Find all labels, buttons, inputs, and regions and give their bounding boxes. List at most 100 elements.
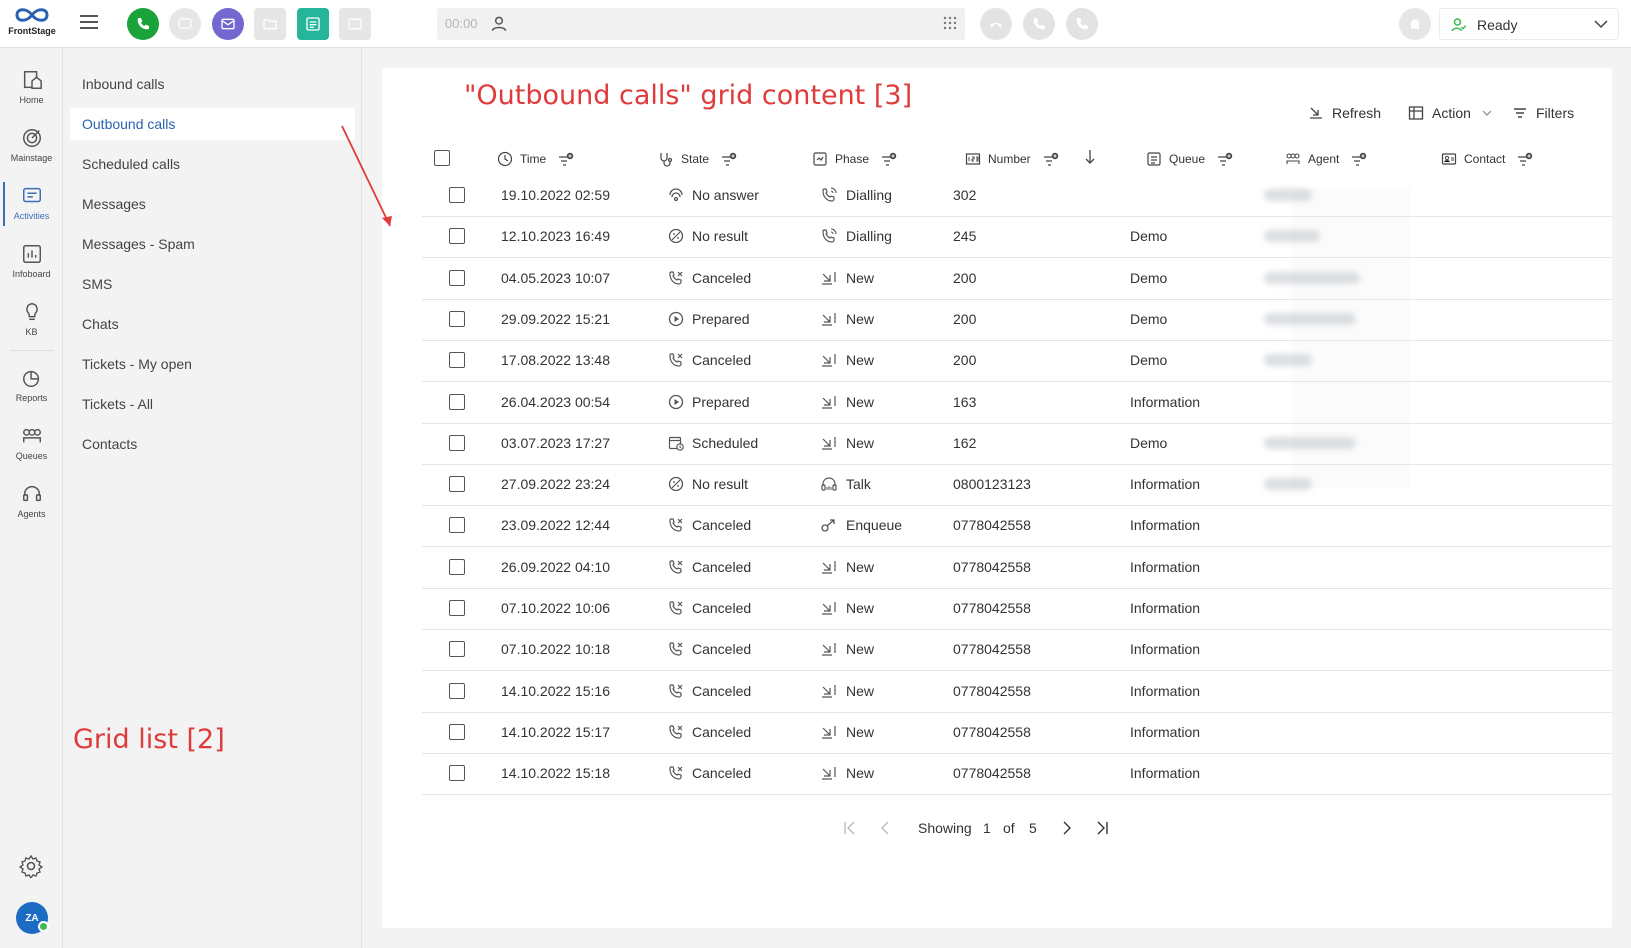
nav-queues[interactable]: Queues	[0, 420, 63, 472]
contact-card-button[interactable]	[339, 8, 371, 40]
chat-button[interactable]	[169, 8, 201, 40]
grid-list-item-contacts[interactable]: Contacts	[70, 428, 355, 460]
new-arrow-icon	[820, 682, 838, 703]
row-checkbox[interactable]	[449, 393, 465, 410]
row-checkbox[interactable]	[449, 228, 465, 245]
column-filter-icon[interactable]	[1217, 152, 1233, 166]
column-filter-icon[interactable]	[558, 152, 574, 166]
column-header-number[interactable]: Number	[965, 142, 1066, 176]
agent-icon[interactable]	[489, 14, 509, 34]
row-checkbox[interactable]	[449, 517, 465, 534]
status-dropdown[interactable]: Ready	[1439, 8, 1619, 40]
row-checkbox[interactable]	[449, 765, 465, 782]
grid-list-item-sms[interactable]: SMS	[70, 268, 355, 300]
table-row[interactable]: 29.09.2022 15:21 Prepared New 200 Demo	[422, 298, 1612, 341]
row-checkbox[interactable]	[449, 723, 465, 740]
column-filter-icon[interactable]	[1517, 152, 1533, 166]
hangup-button[interactable]	[980, 8, 1012, 40]
chat-icon	[178, 18, 192, 29]
grid-list-item-inbound-calls[interactable]: Inbound calls	[70, 68, 355, 100]
row-checkbox[interactable]	[449, 476, 465, 493]
nav-reports[interactable]: Reports	[0, 362, 63, 414]
nav-agents[interactable]: Agents	[0, 478, 63, 530]
notifications-button[interactable]	[1399, 8, 1431, 40]
row-checkbox[interactable]	[449, 434, 465, 451]
cell-time: 26.04.2023 00:54	[501, 393, 610, 410]
no-result-icon	[667, 475, 685, 496]
table-row[interactable]: 14.10.2022 15:16 Canceled New 0778042558 Inf…	[422, 670, 1612, 713]
infinity-logo-icon	[15, 8, 49, 22]
column-filter-icon[interactable]	[721, 152, 737, 166]
table-row[interactable]: 26.09.2022 04:10 Canceled New 0778042558 Inf…	[422, 546, 1612, 589]
table-row[interactable]: 27.09.2022 23:24 No result Talk 0800123123 I…	[422, 463, 1612, 507]
ticket-button[interactable]	[254, 8, 286, 40]
column-header-state[interactable]: State	[658, 142, 744, 176]
call-button[interactable]	[127, 8, 159, 40]
column-header-agent[interactable]: Agent	[1285, 142, 1374, 176]
column-filter-icon[interactable]	[881, 152, 897, 166]
refresh-button[interactable]: Refresh	[1308, 102, 1381, 124]
column-filter-icon[interactable]	[1043, 152, 1059, 166]
column-header-phase[interactable]: Phase	[812, 142, 904, 176]
email-button[interactable]	[212, 8, 244, 40]
table-row[interactable]: 17.08.2022 13:48 Canceled New 200 Demo	[422, 339, 1612, 383]
grid-list-item-tickets-my-open[interactable]: Tickets - My open	[70, 348, 355, 380]
grid-list-item-tickets-all[interactable]: Tickets - All	[70, 388, 355, 420]
dial-field[interactable]: 00:00	[437, 8, 965, 40]
table-row[interactable]: 12.10.2023 16:49 No result Dialling 245 Demo	[422, 215, 1612, 259]
frontstage-logo[interactable]: FrontStage	[6, 5, 58, 43]
table-row[interactable]: 07.10.2022 10:18 Canceled New 0778042558 Inf…	[422, 628, 1612, 672]
cell-phase: New	[846, 723, 875, 740]
column-filter-icon[interactable]	[1351, 152, 1367, 166]
settings-gear-icon[interactable]	[19, 854, 43, 878]
first-page-icon[interactable]	[843, 818, 857, 838]
row-checkbox[interactable]	[449, 187, 465, 203]
filters-button[interactable]: Filters	[1512, 102, 1574, 124]
nav-reports-label: Reports	[15, 393, 48, 403]
nav-kb[interactable]: KB	[0, 296, 63, 348]
table-row[interactable]: 14.10.2022 15:17 Canceled New 0778042558 Inf…	[422, 711, 1612, 754]
row-checkbox[interactable]	[449, 641, 465, 658]
table-row[interactable]: 19.10.2022 02:59 No answer Dialling 302	[422, 174, 1612, 217]
table-row[interactable]: 26.04.2023 00:54 Prepared New 163 Informatio…	[422, 381, 1612, 424]
table-row[interactable]: 03.07.2023 17:27 Scheduled New 162 Demo	[422, 422, 1612, 465]
column-header-queue-label: Queue	[1169, 152, 1206, 166]
table-row[interactable]: 04.05.2023 10:07 Canceled New 200 Demo	[422, 257, 1612, 300]
nav-activities[interactable]: Activities	[0, 180, 63, 232]
column-header-contact[interactable]: Contact	[1441, 142, 1540, 176]
action-button[interactable]: Action	[1408, 102, 1493, 124]
nav-home[interactable]: Home	[0, 64, 63, 116]
grid-list-item-outbound-calls[interactable]: Outbound calls	[70, 108, 355, 140]
nav-infoboard[interactable]: Infoboard	[0, 238, 63, 290]
menu-icon[interactable]	[80, 15, 98, 31]
grid-list-item-scheduled-calls[interactable]: Scheduled calls	[70, 148, 355, 180]
column-header-time[interactable]: Time	[497, 142, 581, 176]
last-page-icon[interactable]	[1095, 818, 1109, 838]
cell-number: 0800123123	[953, 476, 1031, 493]
grid-list-item-chats[interactable]: Chats	[70, 308, 355, 340]
chart-icon	[22, 245, 41, 263]
hold-button[interactable]	[1066, 8, 1098, 40]
nav-mainstage[interactable]: Mainstage	[0, 122, 63, 174]
table-row[interactable]: 23.09.2022 12:44 Canceled Enqueue 077804255…	[422, 504, 1612, 548]
next-page-icon[interactable]	[1061, 818, 1073, 838]
column-header-queue[interactable]: Queue	[1146, 142, 1240, 176]
row-checkbox[interactable]	[449, 682, 465, 699]
previous-page-icon[interactable]	[879, 818, 891, 838]
table-row[interactable]: 14.10.2022 15:18 Canceled New 0778042558 Inf…	[422, 752, 1612, 796]
cell-time: 07.10.2022 10:18	[501, 641, 610, 658]
dialpad-icon[interactable]	[943, 16, 957, 30]
table-row[interactable]: 07.10.2022 10:06 Canceled New 0778042558 Inf…	[422, 587, 1612, 630]
sort-descending-icon[interactable]	[1084, 148, 1096, 166]
transfer-button[interactable]	[1023, 8, 1055, 40]
row-checkbox[interactable]	[449, 352, 465, 369]
activity-button[interactable]	[297, 8, 329, 40]
grid-list-item-messages[interactable]: Messages	[70, 188, 355, 220]
grid-list-item-messages-spam[interactable]: Messages - Spam	[70, 228, 355, 260]
row-checkbox[interactable]	[449, 600, 465, 616]
cell-phase: New	[846, 682, 875, 699]
row-checkbox[interactable]	[449, 310, 465, 327]
row-checkbox[interactable]	[449, 558, 465, 575]
row-checkbox[interactable]	[449, 269, 465, 286]
select-all-checkbox[interactable]	[434, 150, 450, 166]
